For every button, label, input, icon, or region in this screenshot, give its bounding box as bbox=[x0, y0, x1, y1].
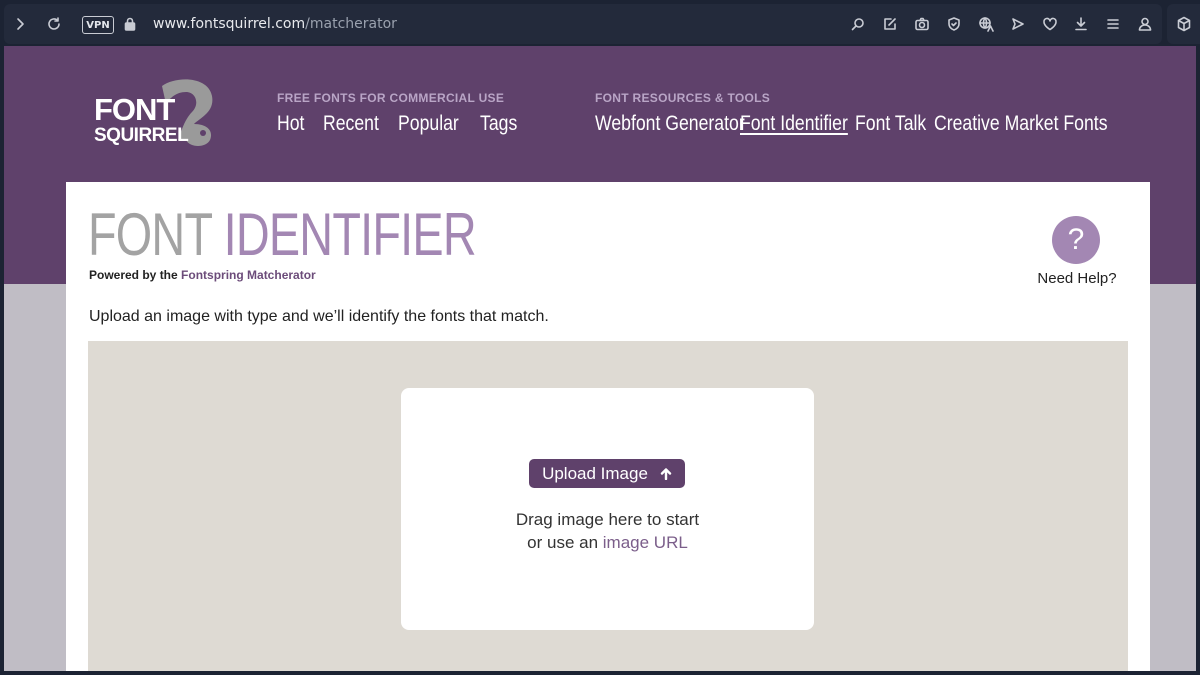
nav-link-creative-market-fonts[interactable]: Creative Market Fonts bbox=[934, 112, 1108, 136]
drag-line-1: Drag image here to start bbox=[515, 510, 700, 529]
logo-text-squirrel: SQUIRREL bbox=[94, 125, 189, 146]
camera-icon[interactable] bbox=[912, 14, 932, 34]
search-page-icon[interactable] bbox=[848, 14, 868, 34]
upload-image-button[interactable]: Upload Image bbox=[529, 459, 685, 488]
nav-link-tags[interactable]: Tags bbox=[480, 112, 522, 136]
upload-box: Upload Image Drag image here to start or… bbox=[401, 388, 814, 630]
menu-icon[interactable] bbox=[1103, 14, 1123, 34]
main-card: FONT IDENTIFIER Powered by the Fontsprin… bbox=[66, 182, 1150, 671]
send-icon[interactable] bbox=[1008, 14, 1028, 34]
heart-icon[interactable] bbox=[1040, 14, 1060, 34]
page-title-font: FONT bbox=[88, 201, 212, 268]
forward-icon[interactable] bbox=[10, 14, 30, 34]
translate-icon[interactable] bbox=[976, 14, 996, 34]
url-host: www.fontsquirrel.com bbox=[153, 16, 306, 32]
need-help-link[interactable]: Need Help? bbox=[1032, 270, 1122, 287]
resources-nav: FONT RESOURCES & TOOLS Webfont Generator… bbox=[595, 91, 1108, 136]
font-squirrel-logo[interactable]: FONT SQUIRREL bbox=[90, 78, 230, 154]
nav-link-webfont-generator[interactable]: Webfont Generator bbox=[595, 112, 745, 136]
powered-by: Powered by the Fontspring Matcherator bbox=[89, 268, 316, 282]
resources-caption: FONT RESOURCES & TOOLS bbox=[595, 91, 771, 105]
upload-image-label: Upload Image bbox=[542, 463, 648, 483]
address-bar[interactable]: www.fontsquirrel.com/matcherator bbox=[153, 16, 397, 32]
nav-link-hot[interactable]: Hot bbox=[277, 112, 316, 136]
page-viewport: FONT SQUIRREL FREE FONTS FOR COMMERCIAL … bbox=[4, 46, 1196, 671]
image-url-link[interactable]: image URL bbox=[603, 533, 688, 552]
page-title: FONT IDENTIFIER bbox=[88, 200, 477, 269]
free-fonts-caption: FREE FONTS FOR COMMERCIAL USE bbox=[277, 91, 505, 105]
url-path: /matcherator bbox=[305, 16, 397, 32]
arrow-up-icon bbox=[660, 467, 672, 480]
nav-link-font-talk[interactable]: Font Talk bbox=[855, 112, 926, 136]
nav-link-popular[interactable]: Popular bbox=[398, 112, 467, 136]
vpn-badge[interactable]: VPN bbox=[82, 16, 114, 34]
cube-icon bbox=[1174, 14, 1194, 34]
shield-icon[interactable] bbox=[944, 14, 964, 34]
nav-link-recent[interactable]: Recent bbox=[323, 112, 386, 136]
drag-line-2: or use an image URL bbox=[401, 531, 814, 554]
reload-icon[interactable] bbox=[44, 14, 64, 34]
image-dropzone[interactable]: Upload Image Drag image here to start or… bbox=[88, 341, 1128, 671]
intro-text: Upload an image with type and we’ll iden… bbox=[89, 308, 549, 325]
drag-instructions: Drag image here to start or use an image… bbox=[401, 508, 814, 554]
browser-toolbar: VPN www.fontsquirrel.com/matcherator bbox=[4, 4, 1162, 44]
fontspring-matcherator-link[interactable]: Fontspring Matcherator bbox=[181, 268, 316, 282]
nav-link-font-identifier[interactable]: Font Identifier bbox=[740, 112, 848, 136]
profile-icon[interactable] bbox=[1135, 14, 1155, 34]
free-fonts-nav: FREE FONTS FOR COMMERCIAL USE Hot Recent… bbox=[277, 91, 530, 136]
page-title-identifier: IDENTIFIER bbox=[223, 201, 477, 268]
download-icon[interactable] bbox=[1071, 14, 1091, 34]
help-icon[interactable]: ? bbox=[1052, 216, 1100, 264]
extensions-button[interactable] bbox=[1167, 4, 1200, 44]
powered-by-prefix: Powered by the bbox=[89, 268, 178, 282]
logo-text-font: FONT bbox=[94, 92, 175, 127]
edit-icon[interactable] bbox=[880, 14, 900, 34]
drag-line-2-prefix: or use an bbox=[527, 533, 599, 552]
lock-icon[interactable] bbox=[120, 14, 140, 34]
